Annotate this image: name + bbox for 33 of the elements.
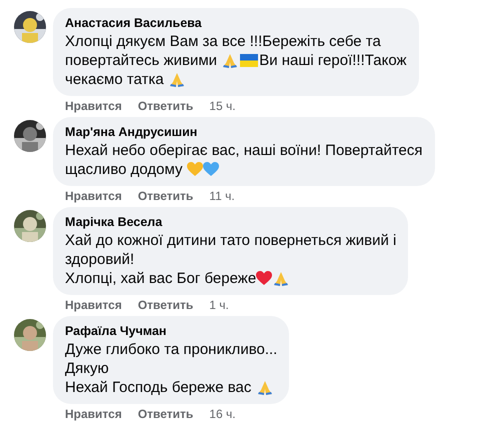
author-name[interactable]: Анастасия Васильева (65, 15, 407, 31)
comment-text: Нехай Господь береже вас (65, 378, 252, 397)
like-link[interactable]: Нравится (65, 406, 122, 422)
comment-time[interactable]: 11 ч. (209, 188, 235, 204)
comment-text: Дякую (65, 359, 109, 378)
comment-text: Ви наші герої!!!Також (259, 51, 407, 70)
comment-text: здоровий! (65, 250, 134, 269)
comment-text: Хлопці, хай вас Бог береже (65, 269, 256, 288)
like-link[interactable]: Нравится (65, 297, 122, 313)
comment-text: чекаємо татка (65, 70, 165, 89)
comment-text: щасливо додому (65, 160, 184, 179)
author-name[interactable]: Рафаїла Чучман (65, 323, 278, 339)
comment-text: повертайтесь живими (65, 51, 218, 70)
like-link[interactable]: Нравится (65, 98, 122, 114)
reply-link[interactable]: Ответить (138, 297, 194, 313)
comment-time[interactable]: 1 ч. (209, 297, 229, 313)
like-link[interactable]: Нравится (65, 188, 122, 204)
reply-link[interactable]: Ответить (138, 98, 194, 114)
author-name[interactable]: Марічка Весела (65, 214, 396, 230)
praying-hands-icon (168, 72, 185, 88)
praying-hands-icon (256, 380, 273, 396)
comment-text: Хай до кожної дитини тато повернеться живий і (65, 231, 396, 250)
praying-hands-icon (273, 270, 290, 286)
comment-text: Нехай небо оберігає вас, наші воїни! Повертайтеся (65, 141, 423, 160)
reply-link[interactable]: Ответить (138, 406, 194, 422)
reply-link[interactable]: Ответить (138, 188, 194, 204)
flag-icon (240, 54, 258, 67)
comment-time[interactable]: 15 ч. (209, 98, 236, 114)
author-name[interactable]: Мар'яна Андрусишин (65, 124, 423, 140)
praying-hands-icon (222, 52, 238, 68)
comment-text: Хлопці дякуєм Вам за все !!!Бережіть себе та (65, 32, 381, 51)
comment-time[interactable]: 16 ч. (209, 406, 236, 422)
comment-text: Дуже глибоко та проникливо... (65, 340, 278, 359)
